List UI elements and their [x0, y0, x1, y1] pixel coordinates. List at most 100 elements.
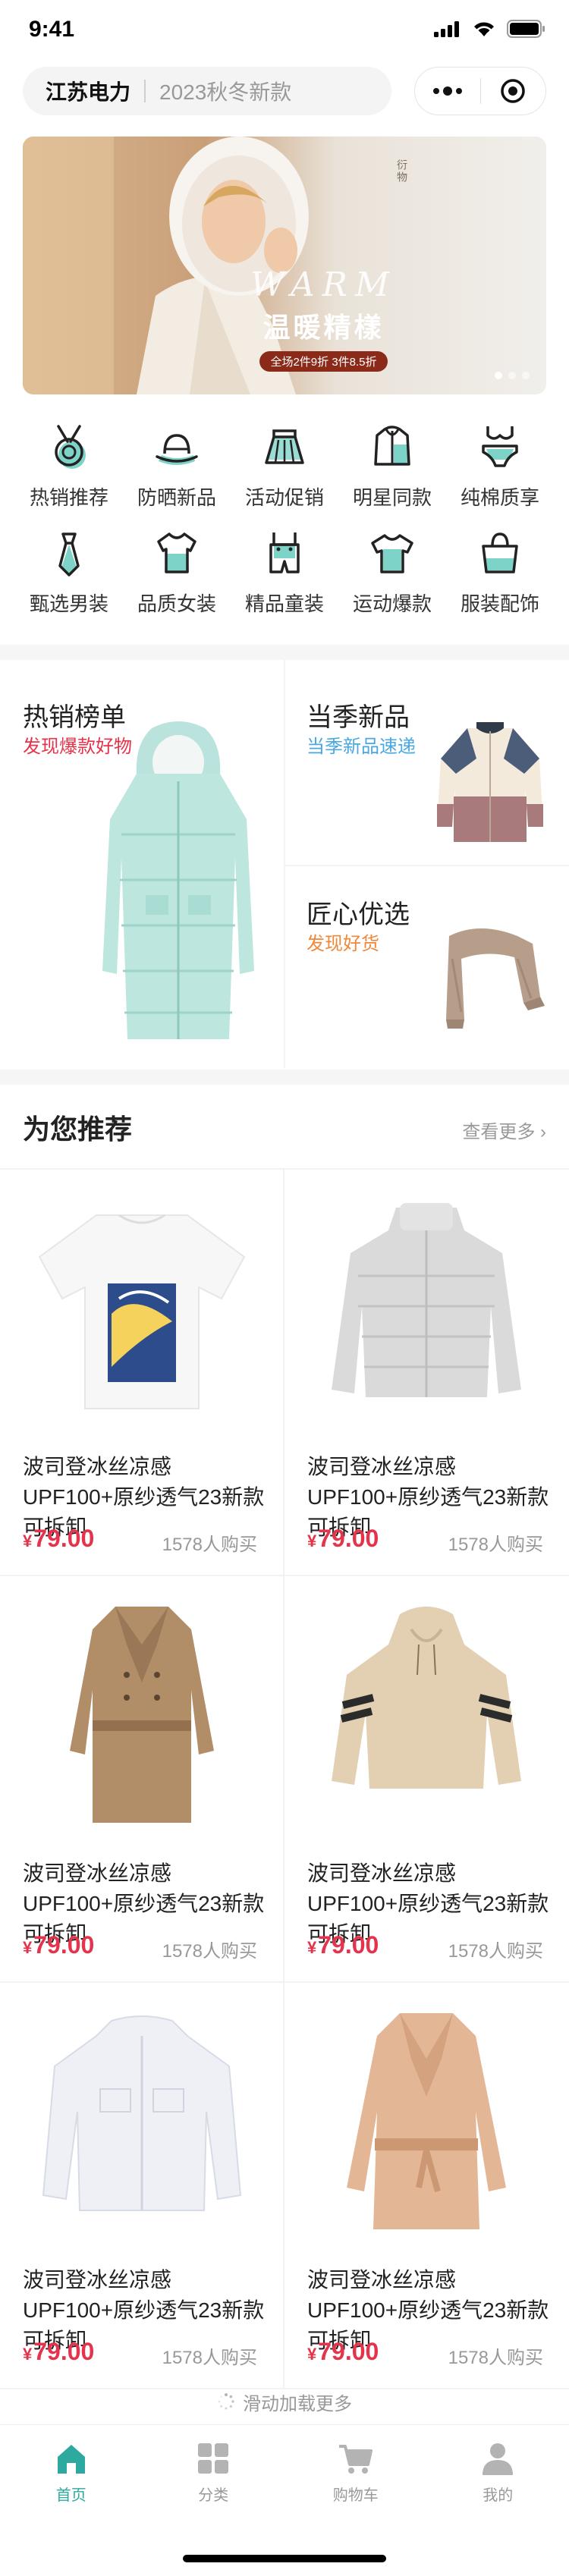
wifi-icon [474, 22, 494, 36]
hot-list-card[interactable]: 热销榜单 发现爆款好物 [0, 660, 284, 1068]
category-label: 品质女装 [137, 592, 216, 615]
tab-label: 首页 [55, 2487, 86, 2504]
category-label: 服装配饰 [460, 592, 539, 615]
battery-icon [507, 20, 545, 38]
load-more-text: 滑动加载更多 [243, 2393, 352, 2414]
target-icon [501, 79, 525, 103]
user-icon [483, 2443, 514, 2475]
product-price: ¥79.00 [307, 2338, 379, 2366]
tab-profile[interactable]: 我的 [427, 2440, 569, 2524]
tab-label: 分类 [198, 2487, 229, 2504]
price-value: 79.00 [33, 2338, 95, 2365]
spinner-icon [218, 2393, 234, 2410]
banner-indicators [495, 372, 530, 379]
mini-program-capsule [414, 67, 546, 115]
category-item[interactable]: 防晒新品 [123, 422, 231, 528]
category-grid-icon [198, 2443, 229, 2474]
category-item[interactable]: 运动爆款 [338, 528, 446, 634]
sold-count: 1578人购买 [448, 2348, 543, 2368]
knit-hoodie-image [332, 1607, 521, 1789]
category-item[interactable]: 精品童装 [231, 528, 338, 634]
home-indicator [183, 2555, 386, 2562]
section-gap [0, 645, 569, 660]
fleece-jacket-image [437, 722, 543, 842]
currency-symbol: ¥ [23, 2345, 33, 2364]
bucket-hat-icon [156, 434, 198, 465]
banner-side-text: 衍物 [396, 159, 408, 184]
craft-select-title: 匠心优选 [307, 900, 410, 929]
sold-count: 1578人购买 [448, 1941, 543, 1962]
tab-home[interactable]: 首页 [0, 2440, 143, 2524]
sold-count: 1578人购买 [162, 1535, 257, 1555]
banner-title: 温暖精樣 [262, 312, 385, 343]
new-arrivals-subtitle: 当季新品速递 [307, 737, 416, 757]
trench-coat-image [70, 1607, 214, 1823]
category-label: 精品童装 [244, 592, 324, 615]
tab-cart[interactable]: 购物车 [284, 2440, 427, 2524]
close-mini-program-button[interactable] [481, 68, 546, 115]
necktie-icon [58, 532, 80, 576]
category-item[interactable]: 活动促销 [231, 422, 338, 528]
sold-count: 1578人购买 [448, 1535, 543, 1555]
price-value: 79.00 [318, 2338, 379, 2365]
craft-select-subtitle: 发现好货 [307, 934, 379, 954]
category-grid: 热销推荐 防晒新品 活动促销 明星同款 纯棉质享 甄选男装 品质女装 精品童装 … [15, 422, 554, 634]
tab-label: 我的 [483, 2487, 514, 2504]
banner-script-text: WARM [250, 265, 397, 304]
product-card[interactable]: 波司登冰丝凉感UPF100+原纱透气23新款可拆卸 ¥79.00 1578人购买 [0, 1983, 284, 2389]
city-selector[interactable]: 江苏电力 [46, 76, 130, 106]
view-more-link[interactable]: 查看更多 › [462, 1117, 546, 1143]
overalls-icon [269, 532, 300, 573]
currency-symbol: ¥ [23, 1531, 33, 1550]
view-more-label: 查看更多 [462, 1122, 536, 1142]
feature-section: 热销榜单 发现爆款好物 当季新品 当季新品速递 匠心优选 发现好货 [0, 660, 569, 1068]
white-shirt-jacket-image [42, 2015, 242, 2211]
promo-banner[interactable]: WARM 温暖精樣 全场2件9折 3件8.5折 衍物 [23, 137, 546, 394]
new-arrivals-card[interactable]: 当季新品 当季新品速递 [285, 660, 569, 865]
craft-select-card[interactable]: 匠心优选 发现好货 [285, 866, 569, 1068]
tab-category[interactable]: 分类 [143, 2440, 285, 2524]
price-value: 79.00 [318, 1931, 379, 1959]
home-icon [57, 2445, 85, 2474]
category-label: 防晒新品 [137, 486, 216, 509]
banner-date-badge: 全场2件9折 3件8.5折 [259, 351, 388, 372]
tab-bar: 首页 分类 购物车 我的 [0, 2424, 569, 2576]
handbag-icon [482, 532, 518, 573]
category-item[interactable]: 服装配饰 [446, 528, 554, 634]
category-item[interactable]: 甄选男装 [15, 528, 123, 634]
down-coat-image [102, 721, 254, 1039]
product-card[interactable]: 波司登冰丝凉感UPF100+原纱透气23新款可拆卸 ¥79.00 1578人购买 [284, 1576, 569, 1983]
chevron-right-icon: › [540, 1122, 546, 1142]
banner-text: WARM 温暖精樣 全场2件9折 3件8.5折 [250, 265, 397, 372]
recommend-title: 为您推荐 [23, 1114, 133, 1145]
product-card[interactable]: 波司登冰丝凉感UPF100+原纱透气23新款可拆卸 ¥79.00 1578人购买 [284, 1170, 569, 1576]
sold-count: 1578人购买 [162, 2348, 257, 2368]
category-label: 明星同款 [352, 486, 432, 509]
currency-symbol: ¥ [23, 1938, 33, 1957]
category-item[interactable]: 明星同款 [338, 422, 446, 528]
product-card[interactable]: 波司登冰丝凉感UPF100+原纱透气23新款可拆卸 ¥79.00 1578人购买 [284, 1983, 569, 2389]
product-card[interactable]: 波司登冰丝凉感UPF100+原纱透气23新款可拆卸 ¥79.00 1578人购买 [0, 1576, 284, 1983]
white-tshirt-image [38, 1214, 246, 1409]
new-arrivals-title: 当季新品 [307, 703, 410, 732]
category-item[interactable]: 热销推荐 [15, 422, 123, 528]
category-item[interactable]: 纯棉质享 [446, 422, 554, 528]
currency-symbol: ¥ [307, 1938, 317, 1957]
banner-dot [495, 372, 502, 379]
jacket-icon [374, 426, 410, 466]
category-item[interactable]: 品质女装 [123, 528, 231, 634]
header: 江苏电力 2023秋冬新款 [23, 67, 546, 115]
category-label: 活动促销 [244, 486, 324, 509]
product-card[interactable]: 波司登冰丝凉感UPF100+原纱透气23新款可拆卸 ¥79.00 1578人购买 [0, 1170, 284, 1576]
cart-icon [338, 2445, 373, 2474]
status-bar: 9:41 [0, 0, 569, 67]
category-label: 纯棉质享 [460, 486, 539, 509]
search-bar[interactable]: 江苏电力 2023秋冬新款 [23, 67, 391, 115]
search-divider [144, 80, 146, 102]
product-price: ¥79.00 [23, 2338, 94, 2366]
product-grid: 波司登冰丝凉感UPF100+原纱透气23新款可拆卸 ¥79.00 1578人购买… [0, 1170, 569, 2389]
more-menu-button[interactable] [415, 68, 480, 115]
banner-dot [508, 372, 516, 379]
recommend-header: 为您推荐 查看更多 › [0, 1085, 569, 1170]
product-price: ¥79.00 [23, 1525, 94, 1553]
